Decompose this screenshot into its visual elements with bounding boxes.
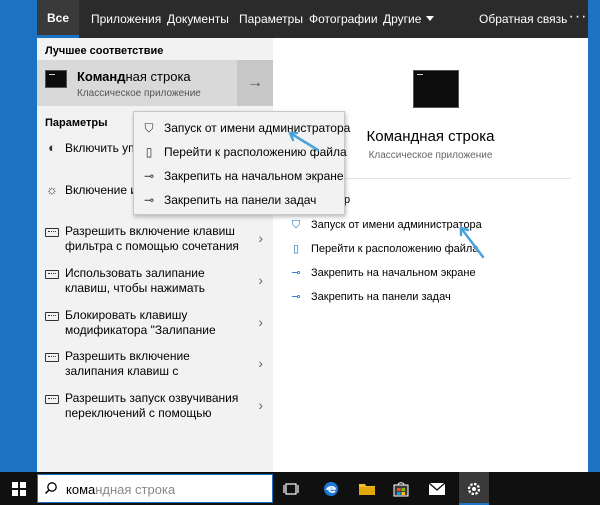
search-icon: [44, 482, 57, 495]
taskbar-search-box[interactable]: командная строка: [37, 474, 273, 503]
annotation-arrows: [288, 131, 485, 259]
mail-icon[interactable]: [426, 478, 448, 500]
file-explorer-icon[interactable]: [356, 478, 378, 500]
annotation-arrow: [459, 226, 485, 259]
store-icon[interactable]: [390, 478, 412, 500]
gear-icon: [463, 478, 485, 500]
search-query: командная строка: [66, 482, 175, 497]
taskbar: командная строка: [0, 472, 600, 505]
windows-logo-icon: [11, 481, 26, 496]
edge-browser-icon[interactable]: [320, 478, 342, 500]
search-suggestion-text: ндная строка: [95, 482, 176, 497]
task-view-icon[interactable]: [280, 478, 302, 500]
start-button[interactable]: [0, 472, 37, 505]
annotation-arrow: [288, 131, 320, 152]
search-typed-text: кома: [66, 482, 96, 497]
